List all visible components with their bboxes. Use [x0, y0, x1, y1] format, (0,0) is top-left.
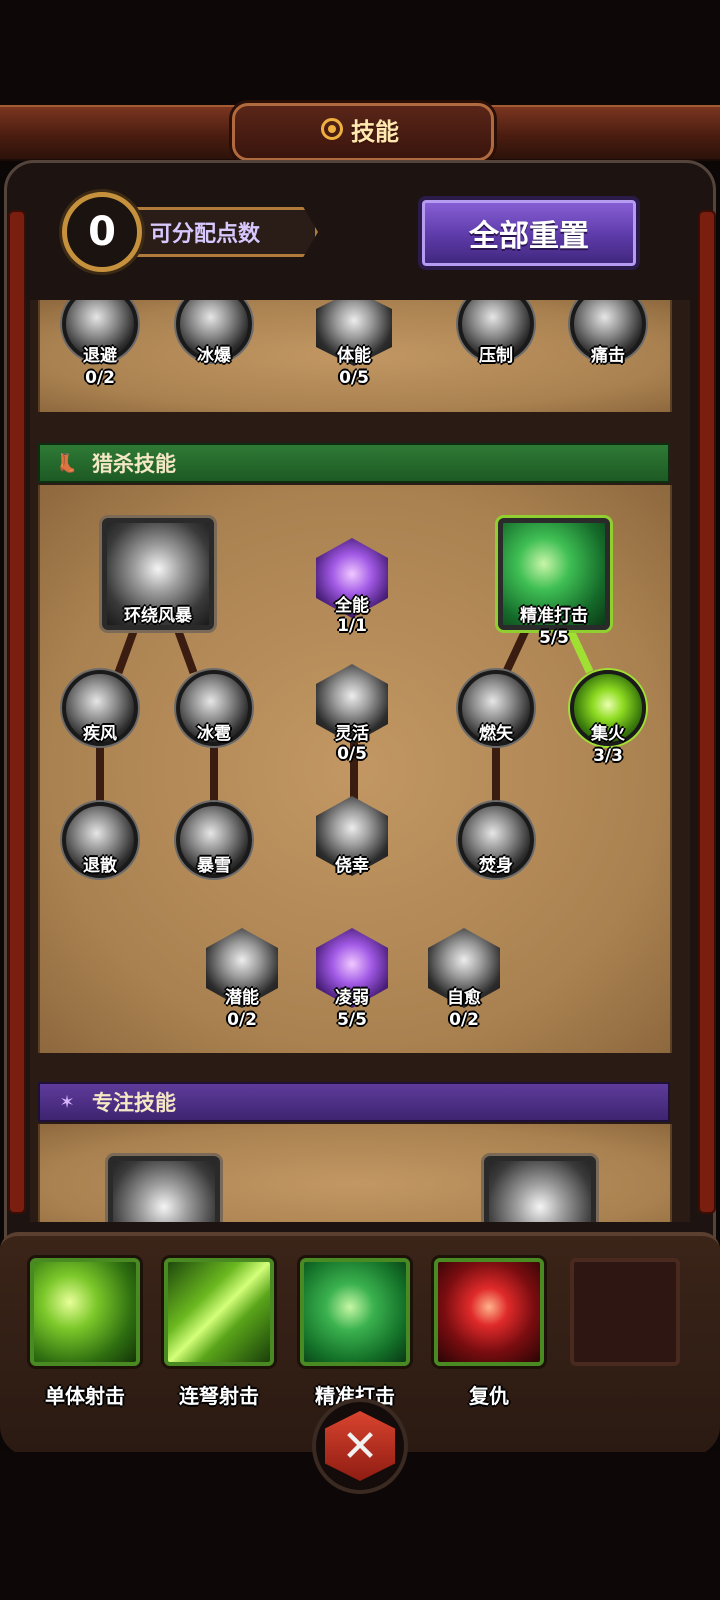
points-value: 0: [88, 209, 116, 255]
points-label: 可分配点数: [150, 222, 261, 247]
section-hunt-title: 猎杀技能: [92, 452, 176, 476]
skill-name: 环绕风暴: [124, 606, 192, 626]
frame-side-right: [698, 210, 716, 1214]
gear-dot-icon: [321, 118, 343, 140]
section-hunt-header: 👢 猎杀技能: [38, 443, 670, 483]
equipped-slot-single-shot[interactable]: [30, 1258, 140, 1366]
skill-name: 集火: [591, 724, 625, 744]
equipped-slot-label: 连弩射击: [179, 1384, 259, 1408]
skill-node-focus-b[interactable]: [484, 1156, 596, 1222]
page-title-text: 技能: [351, 117, 399, 146]
skill-name: 自愈: [447, 988, 481, 1008]
skill-name: 潜能: [225, 988, 259, 1008]
skill-name: 体能: [337, 346, 371, 366]
crossed-swords-icon: ✕: [325, 1411, 395, 1481]
skill-level: 5/5: [337, 1010, 367, 1030]
connector-line: [96, 740, 104, 804]
skill-name: 全能: [335, 596, 369, 616]
skill-name: 压制: [479, 346, 513, 366]
skill-name: 精准打击: [520, 606, 588, 626]
skill-tree-scroll[interactable]: 退避 0/2 冰爆 体能 0/5 压制 痛击 👢 猎杀技能 环绕风暴 全能 1/…: [30, 300, 690, 1222]
skill-name: 暴雪: [197, 856, 231, 876]
close-button[interactable]: ✕: [312, 1398, 408, 1494]
equipped-slot-revenge[interactable]: [434, 1258, 544, 1366]
equipped-slot-empty[interactable]: [570, 1258, 680, 1366]
skill-name: 退避: [83, 346, 117, 366]
skill-level: 0/5: [337, 744, 367, 764]
skill-name: 痛击: [591, 346, 625, 366]
connector-line: [492, 740, 500, 804]
equipped-slot-precise[interactable]: [300, 1258, 410, 1366]
skill-name: 焚身: [479, 856, 513, 876]
skill-name: 燃矢: [479, 724, 513, 744]
frame-side-left: [8, 210, 26, 1214]
page-title: 技能: [232, 103, 488, 155]
section-focus-title: 专注技能: [92, 1091, 176, 1115]
skill-name: 侥幸: [335, 856, 369, 876]
skill-level: 0/2: [449, 1010, 479, 1030]
boot-icon: 👢: [55, 452, 79, 474]
skill-level: 0/5: [339, 368, 369, 388]
skill-name: 退散: [83, 856, 117, 876]
skill-name: 灵活: [335, 724, 369, 744]
top-decoration: [0, 0, 720, 110]
skill-level: 0/2: [85, 368, 115, 388]
equipped-slot-label: 复仇: [469, 1384, 509, 1408]
star-icon: ✶: [59, 1091, 75, 1113]
skill-name: 凌弱: [335, 988, 369, 1008]
skill-name: 冰爆: [197, 346, 231, 366]
skill-name: 疾风: [83, 724, 117, 744]
connector-line: [210, 740, 218, 804]
section-focus-header: ✶ 专注技能: [38, 1082, 670, 1122]
reset-all-button[interactable]: 全部重置: [418, 196, 640, 270]
skill-level: 3/3: [593, 746, 623, 766]
skill-node-focus-a[interactable]: [108, 1156, 220, 1222]
equipped-slot-crossbow[interactable]: [164, 1258, 274, 1366]
skill-level: 1/1: [337, 616, 367, 636]
skill-level: 0/2: [227, 1010, 257, 1030]
skill-name: 冰雹: [197, 724, 231, 744]
equipped-slot-label: 单体射击: [45, 1384, 125, 1408]
skill-level: 5/5: [539, 628, 569, 648]
